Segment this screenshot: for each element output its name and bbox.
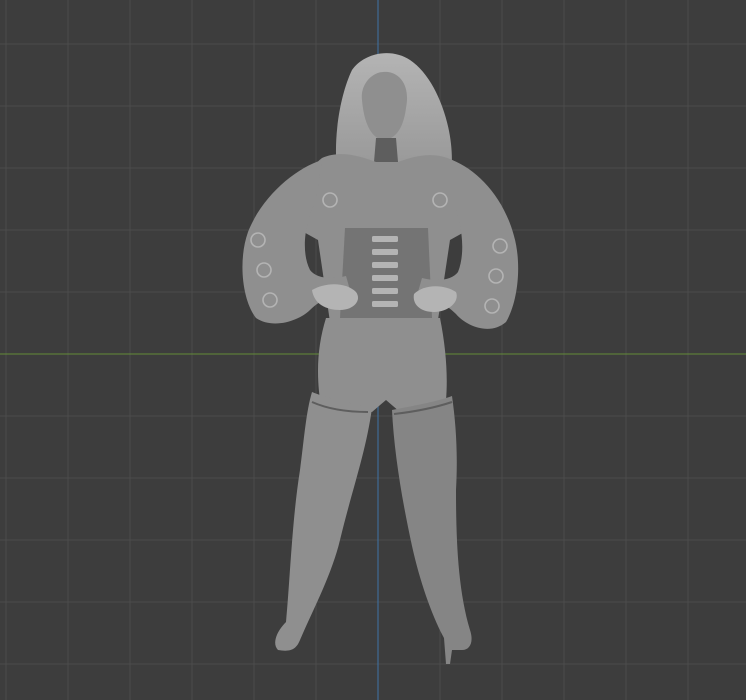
- sculpted-figure-model[interactable]: [0, 0, 746, 700]
- figure-left-boot: [275, 392, 372, 651]
- figure-neck: [374, 138, 398, 162]
- corset-buckle: [372, 249, 398, 255]
- figure-right-boot: [392, 396, 472, 664]
- corset-buckle: [372, 288, 398, 294]
- corset-buckle: [372, 262, 398, 268]
- corset-buckle: [372, 236, 398, 242]
- corset-buckle: [372, 275, 398, 281]
- figure-pants: [318, 318, 447, 412]
- corset-buckle: [372, 301, 398, 307]
- 3d-viewport[interactable]: [0, 0, 746, 700]
